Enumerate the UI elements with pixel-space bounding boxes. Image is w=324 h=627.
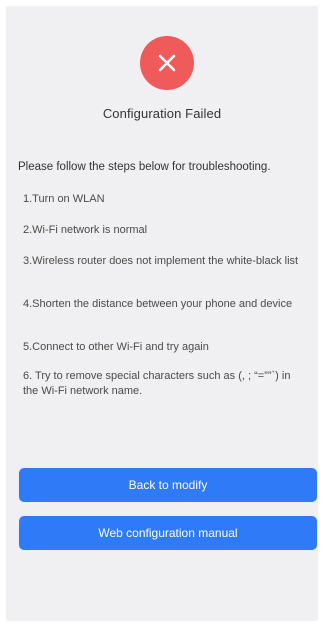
back-to-modify-button[interactable]: Back to modify bbox=[19, 468, 317, 502]
step-4: 4.Shorten the distance between your phon… bbox=[23, 298, 293, 310]
step-6: 6. Try to remove special characters such… bbox=[23, 370, 291, 397]
web-configuration-manual-button[interactable]: Web configuration manual bbox=[19, 516, 317, 550]
step-3: 3.Wireless router does not implement the… bbox=[23, 255, 299, 267]
step-2: 2.Wi-Fi network is normal bbox=[23, 224, 148, 236]
error-badge bbox=[140, 36, 194, 90]
step-5: 5.Connect to other Wi-Fi and try again bbox=[23, 341, 209, 353]
troubleshooting-intro: Please follow the steps below for troubl… bbox=[18, 161, 271, 173]
step-1: 1.Turn on WLAN bbox=[23, 193, 105, 205]
page-title: Configuration Failed bbox=[102, 106, 222, 121]
screen: Configuration Failed Please follow the s… bbox=[6, 6, 318, 621]
close-icon bbox=[158, 54, 176, 72]
